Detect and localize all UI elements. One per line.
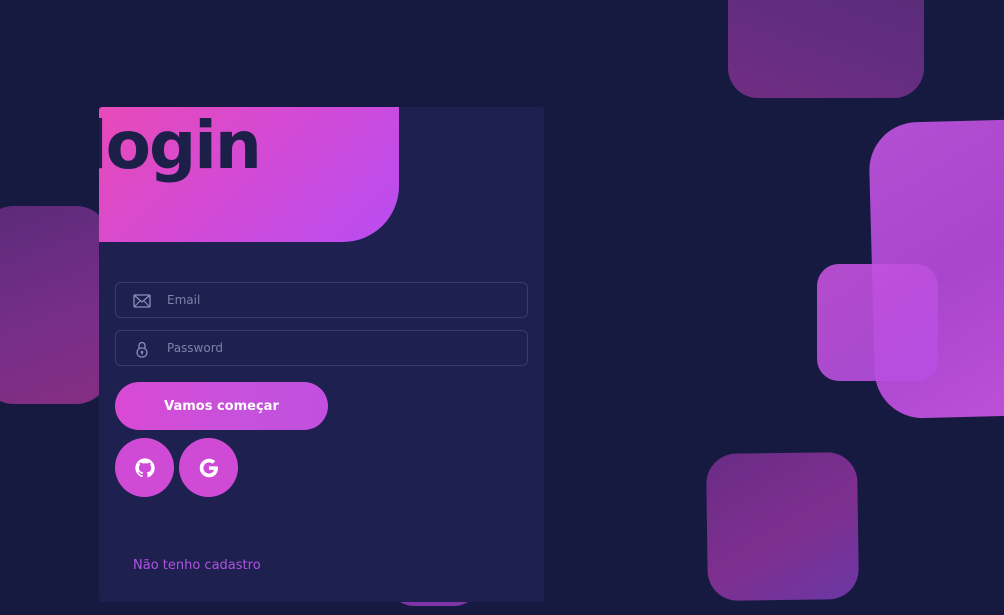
google-login-button[interactable] — [179, 438, 238, 497]
mail-icon — [132, 292, 152, 310]
decorative-shape-left — [0, 206, 110, 404]
page-title: login — [99, 107, 262, 184]
decorative-shape-right-small — [817, 264, 938, 381]
password-field[interactable] — [115, 330, 528, 366]
register-link[interactable]: Não tenho cadastro — [133, 558, 261, 573]
start-button[interactable]: Vamos começar — [115, 382, 328, 430]
login-header: login — [99, 107, 399, 242]
lock-icon — [132, 340, 152, 358]
email-input[interactable] — [167, 283, 517, 317]
email-field[interactable] — [115, 282, 528, 318]
github-icon — [135, 458, 155, 478]
google-icon — [199, 458, 218, 478]
github-login-button[interactable] — [115, 438, 174, 497]
decorative-shape-bottom — [705, 451, 860, 602]
password-input[interactable] — [167, 331, 517, 365]
decorative-shape-top-right — [728, 0, 924, 98]
login-card: login Vamos começar — [99, 107, 544, 602]
